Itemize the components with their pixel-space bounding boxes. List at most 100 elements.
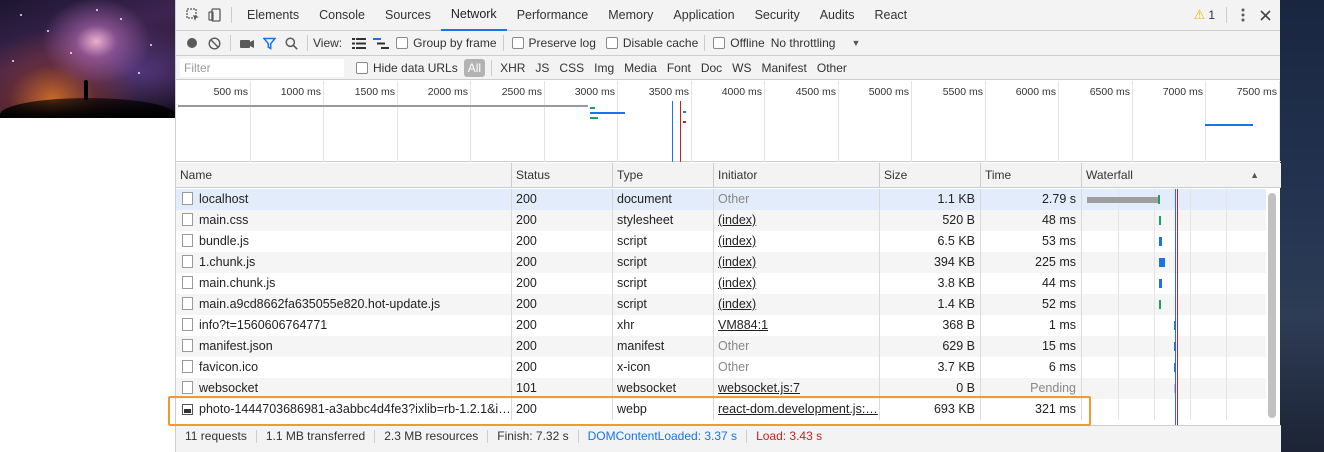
request-status: 200 (512, 273, 613, 294)
type-filter-media[interactable]: Media (620, 59, 661, 77)
chevron-down-icon[interactable]: ▼ (851, 38, 860, 48)
column-header-time[interactable]: Time (981, 163, 1082, 188)
table-row[interactable]: localhost 200 document Other 1.1 KB 2.79… (176, 189, 1266, 210)
vertical-scrollbar[interactable] (1268, 193, 1276, 418)
grid-line (617, 81, 618, 162)
more-options-icon[interactable] (1232, 4, 1254, 26)
timeline-overview[interactable]: 500 ms 1000 ms 1500 ms 2000 ms 2500 ms 3… (176, 81, 1281, 162)
timeline-tick-label: 7000 ms (1162, 86, 1203, 98)
finish-time: Finish: 7.32 s (488, 429, 579, 443)
request-status: 200 (512, 336, 613, 357)
warnings-counter[interactable]: ⚠ 1 (1194, 7, 1221, 23)
type-filter-js[interactable]: JS (531, 59, 553, 77)
preserve-log-checkbox[interactable]: Preserve log (511, 36, 596, 50)
waterfall-view-icon[interactable] (370, 32, 392, 54)
tab-memory[interactable]: Memory (598, 0, 663, 31)
divider (307, 35, 308, 51)
load-event-marker (680, 101, 681, 162)
request-initiator[interactable]: (index) (714, 252, 880, 273)
tab-sources[interactable]: Sources (375, 0, 441, 31)
request-name: manifest.json (199, 339, 273, 353)
hide-data-urls-checkbox[interactable]: Hide data URLs (356, 61, 458, 75)
screenshot-camera-icon[interactable] (236, 32, 258, 54)
request-time: Pending (981, 378, 1082, 399)
request-initiator[interactable]: (index) (714, 294, 880, 315)
request-size: 1.1 KB (880, 189, 981, 210)
table-row[interactable]: info?t=1560606764771 200 xhr VM884:1 368… (176, 315, 1266, 336)
close-icon[interactable] (1254, 4, 1276, 26)
request-size: 368 B (880, 315, 981, 336)
type-filter-font[interactable]: Font (663, 59, 695, 77)
type-filter-img[interactable]: Img (590, 59, 618, 77)
divider (1226, 7, 1227, 23)
tab-elements[interactable]: Elements (237, 0, 309, 31)
request-initiator[interactable]: websocket.js:7 (714, 378, 880, 399)
type-filter-css[interactable]: CSS (555, 59, 588, 77)
request-type: stylesheet (613, 210, 714, 231)
column-header-status[interactable]: Status (512, 163, 613, 188)
image-file-icon (182, 404, 193, 415)
timeline-tick-label: 5000 ms (868, 86, 909, 98)
request-initiator[interactable]: VM884:1 (714, 315, 880, 336)
tab-application[interactable]: Application (663, 0, 744, 31)
clear-icon[interactable] (203, 32, 225, 54)
search-icon[interactable] (280, 32, 302, 54)
tab-audits[interactable]: Audits (810, 0, 865, 31)
tab-network[interactable]: Network (440, 0, 507, 31)
request-initiator[interactable]: (index) (714, 231, 880, 252)
tab-react[interactable]: React (864, 0, 917, 31)
table-row[interactable]: manifest.json 200 manifest Other 629 B 1… (176, 336, 1266, 357)
type-filter-all[interactable]: All (463, 58, 486, 77)
filter-input[interactable] (180, 58, 344, 77)
devtools-panel: Elements Console Sources Network Perform… (175, 0, 1281, 452)
type-filter-manifest[interactable]: Manifest (758, 59, 811, 77)
request-time: 2.79 s (981, 189, 1082, 210)
type-filter-xhr[interactable]: XHR (496, 59, 529, 77)
request-time: 225 ms (981, 252, 1082, 273)
timeline-tick-label: 1000 ms (280, 86, 321, 98)
overview-request-line (178, 105, 588, 107)
request-initiator[interactable]: react-dom.development.js:… (714, 399, 880, 420)
request-waterfall (1082, 294, 1265, 315)
requests-table: Name Status Type Initiator Size Time Wat… (176, 163, 1281, 425)
disable-cache-checkbox[interactable]: Disable cache (605, 36, 698, 50)
table-row[interactable]: main.chunk.js 200 script (index) 3.8 KB … (176, 273, 1266, 294)
request-waterfall (1082, 378, 1265, 399)
table-row[interactable]: main.css 200 stylesheet (index) 520 B 48… (176, 210, 1266, 231)
type-filter-doc[interactable]: Doc (697, 59, 726, 77)
column-header-waterfall[interactable]: Waterfall ▲ (1082, 163, 1265, 188)
column-header-type[interactable]: Type (613, 163, 714, 188)
table-row[interactable]: websocket 101 websocket websocket.js:7 0… (176, 378, 1266, 399)
type-filter-ws[interactable]: WS (728, 59, 755, 77)
request-initiator[interactable]: (index) (714, 210, 880, 231)
type-filter-other[interactable]: Other (813, 59, 851, 77)
table-row[interactable]: favicon.ico 200 x-icon Other 3.7 KB 6 ms (176, 357, 1266, 378)
column-header-initiator[interactable]: Initiator (714, 163, 880, 188)
tab-console[interactable]: Console (309, 0, 375, 31)
record-icon[interactable] (181, 32, 203, 54)
filter-funnel-icon[interactable] (258, 32, 280, 54)
waterfall-bar (1159, 300, 1161, 309)
table-row[interactable]: photo-1444703686981-a3abbc4d4fe3?ixlib=r… (176, 399, 1266, 420)
request-type: xhr (613, 315, 714, 336)
filter-bar: Hide data URLs All XHR JS CSS Img Media … (176, 56, 1280, 80)
request-initiator[interactable]: (index) (714, 273, 880, 294)
timeline-tick-label: 4500 ms (795, 86, 836, 98)
group-by-frame-checkbox[interactable]: Group by frame (396, 36, 497, 50)
divider (502, 35, 504, 51)
request-size: 3.8 KB (880, 273, 981, 294)
request-name: 1.chunk.js (199, 255, 256, 269)
device-toolbar-icon[interactable] (204, 4, 226, 26)
offline-checkbox[interactable]: Offline (713, 36, 765, 50)
large-rows-icon[interactable] (348, 32, 370, 54)
request-name: bundle.js (199, 234, 250, 248)
table-row[interactable]: main.a9cd8662fa635055e820.hot-update.js … (176, 294, 1266, 315)
table-row[interactable]: bundle.js 200 script (index) 6.5 KB 53 m… (176, 231, 1266, 252)
inspect-element-icon[interactable] (182, 4, 204, 26)
tab-performance[interactable]: Performance (507, 0, 599, 31)
column-header-name[interactable]: Name (176, 163, 512, 188)
tab-security[interactable]: Security (745, 0, 810, 31)
table-row[interactable]: 1.chunk.js 200 script (index) 394 KB 225… (176, 252, 1266, 273)
throttling-select[interactable]: No throttling (771, 36, 836, 50)
column-header-size[interactable]: Size (880, 163, 981, 188)
